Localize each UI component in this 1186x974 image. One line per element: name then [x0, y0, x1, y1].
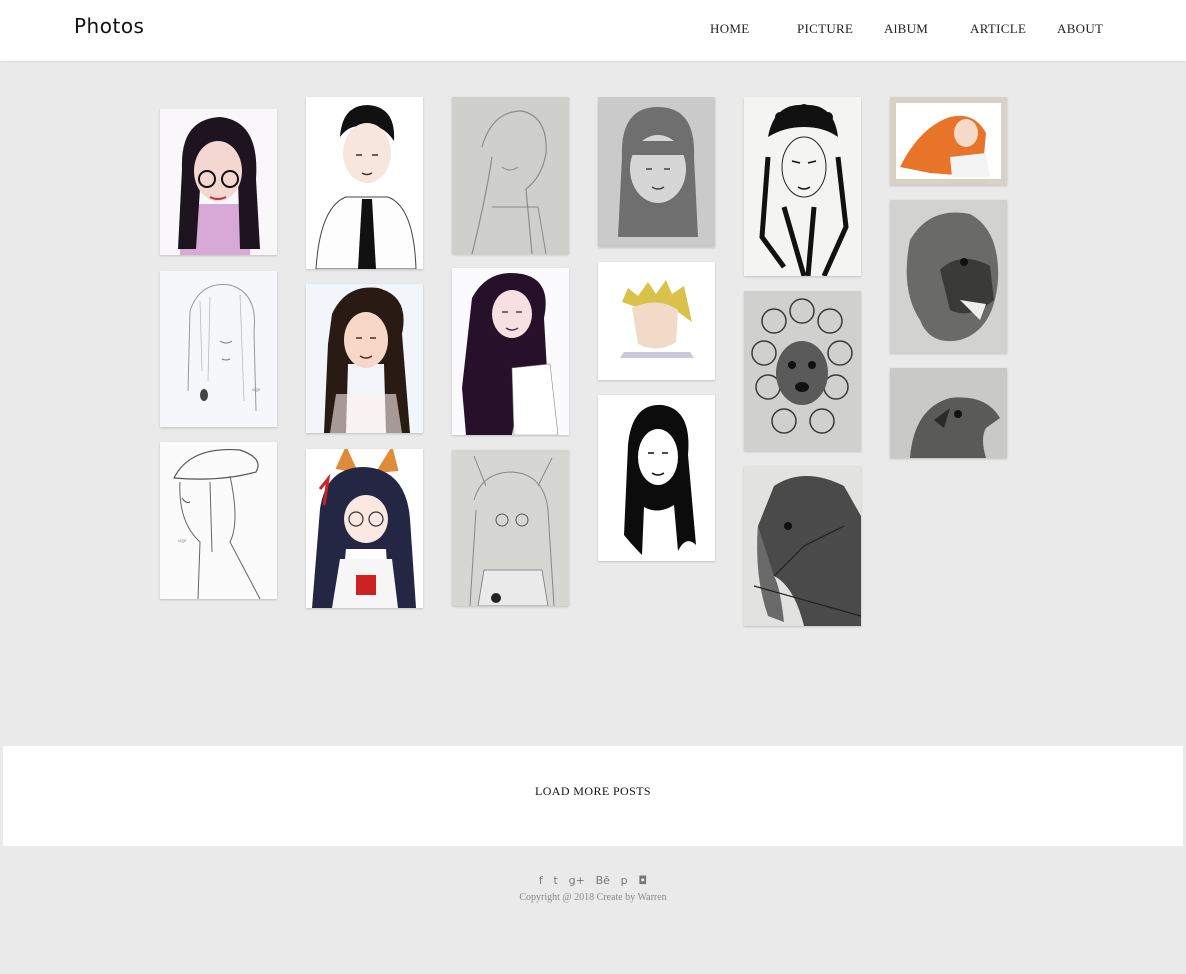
social-links: f t g+ Bē p ◘ [0, 874, 1186, 887]
photo-tile[interactable] [744, 97, 861, 276]
photo-tile[interactable] [890, 200, 1007, 353]
twitter-icon[interactable]: t [554, 874, 558, 887]
photo-tile[interactable] [598, 97, 715, 247]
photo-tile[interactable]: sign [160, 442, 277, 599]
photo-tile[interactable] [744, 466, 861, 626]
photo-tile[interactable] [890, 97, 1007, 185]
photo-tile[interactable] [306, 97, 423, 269]
load-more-button[interactable]: LOAD MORE POSTS [3, 784, 1183, 799]
photo-tile[interactable] [306, 449, 423, 608]
pinterest-icon[interactable]: p [621, 874, 628, 887]
photo-tile[interactable] [452, 268, 569, 435]
photo-tile[interactable]: sign [160, 271, 277, 427]
photo-tile[interactable] [598, 395, 715, 561]
facebook-icon[interactable]: f [539, 874, 543, 887]
behance-icon[interactable]: Bē [596, 874, 610, 887]
photo-tile[interactable] [160, 109, 277, 255]
google-plus-icon[interactable]: g+ [569, 874, 585, 887]
photo-grid: sign sign [0, 0, 1186, 740]
photo-tile[interactable] [890, 368, 1007, 458]
photo-tile[interactable] [598, 262, 715, 380]
photo-tile[interactable] [744, 291, 861, 451]
photo-tile[interactable] [452, 450, 569, 606]
svg-text:sign: sign [178, 539, 187, 544]
load-more-panel: LOAD MORE POSTS [3, 746, 1183, 846]
photo-tile[interactable] [306, 284, 423, 433]
svg-text:sign: sign [252, 388, 261, 393]
instagram-icon[interactable]: ◘ [638, 874, 647, 887]
copyright-text: Copyright @ 2018 Create by Warren [519, 892, 667, 903]
photo-tile[interactable] [452, 97, 569, 254]
